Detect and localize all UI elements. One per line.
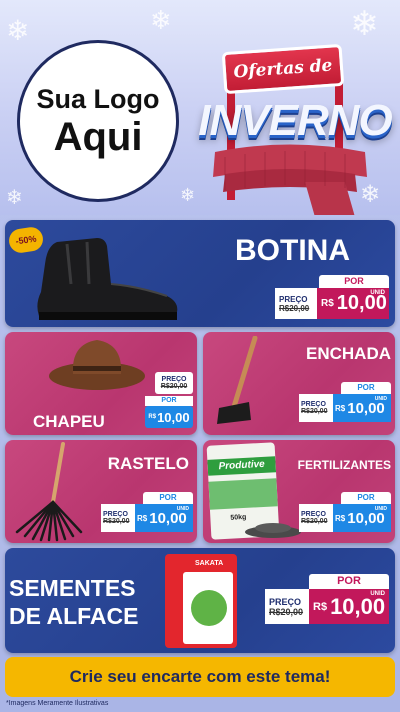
product-card-botina[interactable]: -50% BOTINA POR PREÇO R$20,00 R$ 10,00 U… [5,220,395,327]
unit-label: UNID [374,396,387,402]
price-block: POR PREÇO R$20,00 R$ 10,00 UNID [265,574,389,624]
product-card-sementes[interactable]: SEMENTES DE ALFACE SAKATA POR PREÇO R$20… [5,548,395,653]
snowflake-icon: ❄ [6,185,23,209]
logo-placeholder: Sua Logo Aqui [17,40,179,202]
header-banner: ❄ ❄ ❄ ❄ ❄ ❄ Sua Logo Aqui Ofertas de INV… [0,0,400,215]
product-title: ENCHADA [306,344,391,363]
offers-sign: Ofertas de [221,43,345,95]
unit-label: UNID [374,506,387,512]
product-card-chapeu[interactable]: CHAPEU PREÇO R$20,00 POR R$ 10,00 [5,332,197,435]
por-label: POR [145,396,193,406]
preco-label: PREÇO [161,376,187,383]
preco-label: PREÇO [279,294,308,304]
preco-label: PREÇO [103,511,128,518]
price-block: POR PREÇO R$20,00 R$ 10,00 UNID [101,492,193,534]
currency: R$ [321,298,334,309]
preco-label: PREÇO [301,511,326,518]
product-title: SEMENTES DE ALFACE [9,574,139,630]
new-price: 10,00 [149,509,187,527]
sign-text: Ofertas de [232,55,334,83]
snowflake-icon: ❄ [6,14,30,47]
old-price: R$20,00 [269,606,304,617]
new-price: 10,00 [347,399,385,417]
packet-brand: SAKATA [195,560,224,567]
rake-image [15,442,83,542]
por-label: POR [143,492,193,504]
bag-brand: Produtive [207,456,277,476]
currency: R$ [148,414,157,420]
unit-label: UNID [370,591,385,597]
por-label: POR [341,382,391,394]
product-card-rastelo[interactable]: RASTELO POR PREÇO R$20,00 R$ 10,00 UNID [5,440,197,543]
product-title: CHAPEU [33,412,105,431]
por-label: POR [319,275,389,288]
currency: R$ [137,513,148,523]
product-title-line2: DE ALFACE [9,603,139,629]
snowflake-icon: ❄ [180,185,196,206]
new-price: 10,00 [347,509,385,527]
price-block: POR PREÇO R$20,00 R$ 10,00 UNID [275,275,389,319]
por-label: POR [341,492,391,504]
scarf-icon [213,144,367,215]
old-price: R$20,00 [279,303,310,313]
product-title-line1: SEMENTES [9,575,136,601]
winter-word: INVERNO [198,96,392,145]
por-label: POR [309,574,389,589]
new-price: 10,00 [330,593,386,619]
product-card-enchada[interactable]: ENCHADA POR PREÇO R$20,00 R$ 10,00 UNID [203,332,395,435]
old-price: R$20,00 [301,518,328,525]
winter-offers-title: Ofertas de INVERNO [195,30,395,215]
price-block: PREÇO R$20,00 POR R$ 10,00 [145,372,193,430]
hoe-image [217,336,258,424]
currency: R$ [335,403,346,413]
snowflake-icon: ❄ [150,6,172,36]
logo-line1: Sua Logo [36,84,160,114]
old-price: R$20,00 [103,518,130,525]
seed-packet-image: SAKATA [165,554,237,648]
new-price: 10,00 [157,409,190,425]
price-block: POR PREÇO R$20,00 R$ 10,00 UNID [299,492,391,534]
price-block: POR PREÇO R$20,00 R$ 10,00 UNID [299,382,391,424]
disclaimer-text: *Imagens Meramente Ilustrativas [6,700,109,707]
unit-label: UNID [176,506,189,512]
product-title: RASTELO [107,454,189,473]
preco-label: PREÇO [269,596,302,607]
preco-label: PREÇO [301,401,326,408]
cta-banner[interactable]: Crie seu encarte com este tema! [5,657,395,697]
product-title: BOTINA [235,234,350,267]
boot-image [37,238,178,320]
hat-image [49,340,145,390]
product-title: FERTILIZANTES [297,458,391,472]
currency: R$ [335,513,346,523]
logo-line2: Aqui [53,115,143,159]
unit-label: UNID [370,290,385,296]
old-price: R$20,00 [160,383,188,390]
product-card-fertilizantes[interactable]: Produtive 50kg FERTILIZANTES POR PREÇO R… [203,440,395,543]
currency: R$ [313,600,328,613]
old-price: R$20,00 [301,408,328,415]
fertilizer-pile-icon [245,523,301,538]
